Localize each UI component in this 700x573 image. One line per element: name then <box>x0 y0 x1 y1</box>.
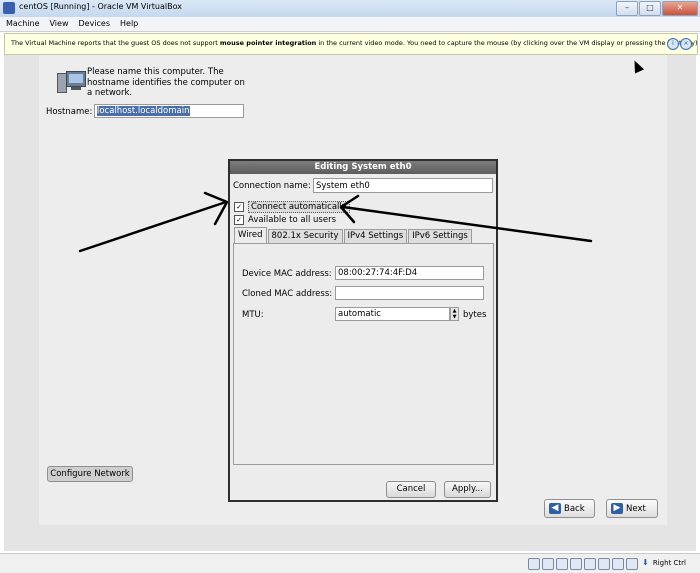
mtu-unit: bytes <box>463 310 487 320</box>
hostname-input[interactable]: localhost.localdomain <box>94 104 244 118</box>
network-computer-icon <box>56 69 86 93</box>
menu-devices[interactable]: Devices <box>72 17 114 31</box>
display-icon[interactable] <box>598 558 610 570</box>
network-icon[interactable] <box>570 558 582 570</box>
next-button[interactable]: ▶ Next <box>606 499 658 518</box>
mtu-input[interactable]: automatic <box>335 307 450 321</box>
available-to-all-row[interactable]: ✓ Available to all users <box>234 215 336 225</box>
back-button[interactable]: ◀ Back <box>544 499 595 518</box>
device-status-icons <box>528 558 638 570</box>
cloned-mac-input[interactable] <box>335 286 484 300</box>
window-titlebar: centOS [Running] - Oracle VM VirtualBox … <box>0 0 700 18</box>
connection-name-label: Connection name: <box>233 181 311 191</box>
video-capture-icon[interactable] <box>612 558 624 570</box>
tab-ipv4-settings[interactable]: IPv4 Settings <box>343 229 408 243</box>
maximize-button[interactable]: □ <box>639 1 661 16</box>
connection-name-input[interactable]: System eth0 <box>313 178 493 193</box>
menu-help[interactable]: Help <box>114 17 142 31</box>
device-mac-label: Device MAC address: <box>242 269 332 279</box>
shared-folders-icon[interactable] <box>584 558 596 570</box>
tab-8021x-security[interactable]: 802.1x Security <box>267 229 343 243</box>
hostname-label: Hostname: <box>46 107 93 117</box>
mouse-integration-notification: The Virtual Machine reports that the gue… <box>4 33 700 55</box>
spin-down-icon[interactable]: ▼ <box>451 314 458 320</box>
optical-drive-icon[interactable] <box>542 558 554 570</box>
connect-automatically-checkbox[interactable]: ✓ <box>234 202 244 212</box>
window-title: centOS [Running] - Oracle VM VirtualBox <box>19 2 182 11</box>
next-arrow-icon: ▶ <box>611 503 623 514</box>
cloned-mac-label: Cloned MAC address: <box>242 289 333 299</box>
hostname-intro-text: Please name this computer. The hostname … <box>87 67 245 98</box>
menu-view[interactable]: View <box>44 17 73 31</box>
device-mac-input[interactable]: 08:00:27:74:4F:D4 <box>335 266 484 280</box>
cancel-button[interactable]: Cancel <box>386 481 436 498</box>
available-to-all-checkbox[interactable]: ✓ <box>234 215 244 225</box>
menubar: Machine View Devices Help <box>0 17 700 32</box>
apply-button[interactable]: Apply... <box>444 481 491 498</box>
virtualbox-icon <box>3 2 15 14</box>
connection-tabs: Wired 802.1x Security IPv4 Settings IPv6… <box>234 227 473 243</box>
mtu-spinner[interactable]: ▲ ▼ <box>450 307 459 321</box>
vm-statusbar: ⬇ Right Ctrl <box>0 553 700 573</box>
back-arrow-icon: ◀ <box>549 503 561 514</box>
info-icon[interactable]: i <box>667 38 679 50</box>
mouse-integration-icon[interactable] <box>626 558 638 570</box>
connect-automatically-label[interactable]: Connect automatically <box>248 201 350 213</box>
host-key-label: Right Ctrl <box>652 559 686 567</box>
window-controls: – □ ✕ <box>616 1 698 16</box>
hostname-value: localhost.localdomain <box>97 106 190 116</box>
host-key-arrow-icon: ⬇ <box>642 558 649 567</box>
edit-connection-dialog: Editing System eth0 Connection name: Sys… <box>228 159 498 502</box>
menu-machine[interactable]: Machine <box>0 17 44 31</box>
connect-automatically-row[interactable]: ✓ Connect automatically <box>234 201 350 213</box>
mute-notification-icon[interactable]: × <box>680 38 692 50</box>
tab-ipv6-settings[interactable]: IPv6 Settings <box>408 229 472 243</box>
wired-tab-panel: Device MAC address: 08:00:27:74:4F:D4 Cl… <box>233 243 494 465</box>
configure-network-button[interactable]: Configure Network <box>47 466 133 482</box>
vm-display[interactable]: Please name this computer. The hostname … <box>4 55 696 551</box>
dialog-title: Editing System eth0 <box>230 161 496 174</box>
usb-icon[interactable] <box>556 558 568 570</box>
notification-message: The Virtual Machine reports that the gue… <box>11 39 700 47</box>
available-to-all-label[interactable]: Available to all users <box>248 215 336 225</box>
minimize-button[interactable]: – <box>616 1 638 16</box>
mtu-label: MTU: <box>242 310 264 320</box>
close-button[interactable]: ✕ <box>662 1 698 16</box>
tab-wired[interactable]: Wired <box>234 227 267 243</box>
hard-disk-icon[interactable] <box>528 558 540 570</box>
